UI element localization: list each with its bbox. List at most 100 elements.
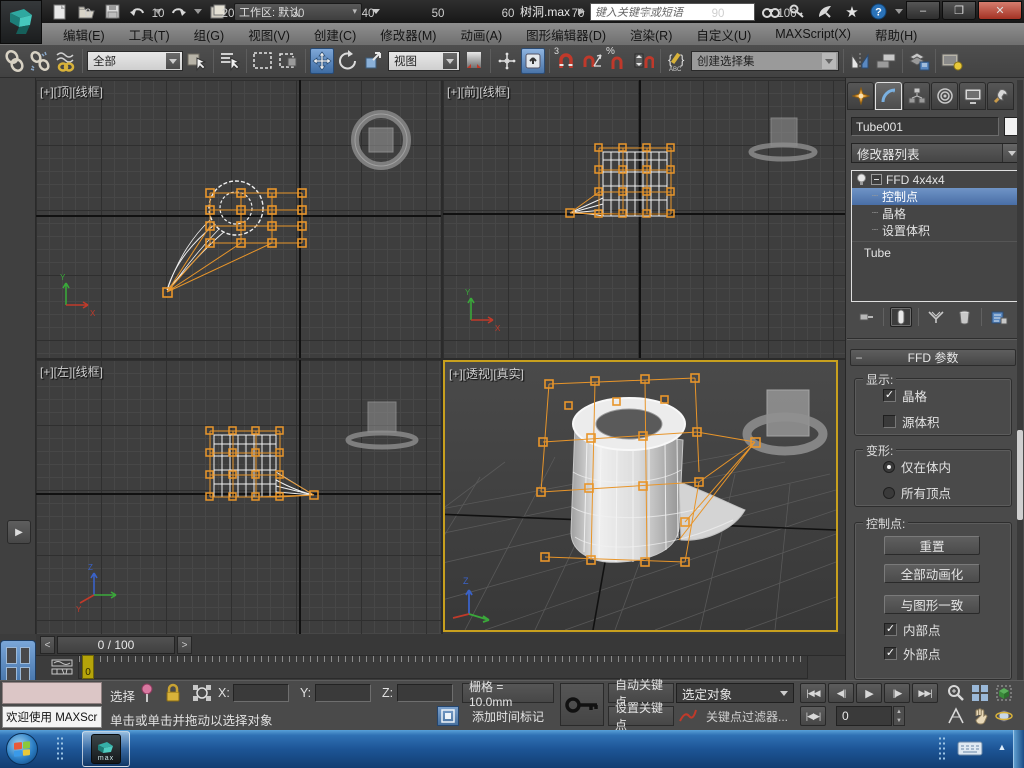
zoom-icon[interactable] [944,683,968,703]
show-end-result-icon[interactable] [890,307,912,327]
stack-row-lattice[interactable]: ┈ 晶格 [852,205,1020,222]
set-keys-button[interactable] [560,683,604,726]
keyboard-override-icon[interactable] [521,48,545,74]
show-hidden-icons-button[interactable]: ▲ [995,740,1009,754]
rectangular-selection-region-icon[interactable] [251,48,275,74]
pin-stack-icon[interactable] [855,307,877,327]
collapse-icon[interactable] [871,174,882,185]
next-frame-step-button[interactable]: ||▶ [884,683,910,703]
maximize-viewport-icon[interactable] [1000,694,1020,714]
z-coordinate-field[interactable] [397,684,453,702]
default-in-out-tangent-icon[interactable] [678,707,698,725]
menu-group[interactable]: 组(G) [183,23,236,46]
select-object-icon[interactable] [185,48,209,74]
add-time-tag[interactable]: 添加时间标记 [462,706,554,726]
viewport-perspective-label[interactable]: [+][透视][真实] [449,365,524,382]
maxscript-listener-line[interactable]: 欢迎使用 MAXScr [2,706,102,728]
window-crossing-icon[interactable] [277,48,301,74]
lattice-checkbox-row[interactable]: ✓ 晶格 [883,386,1011,405]
outside-points-checkbox[interactable]: ✓ [884,647,897,660]
stack-row-ffd[interactable]: FFD 4x4x4 [852,171,1020,188]
input-method-keyboard-icon[interactable] [955,738,985,758]
all-vertices-radio-row[interactable]: 所有顶点 [883,483,1011,502]
selection-filter-dropdown[interactable]: 全部 [87,51,183,71]
tab-create-icon[interactable] [847,82,874,110]
bulb-icon[interactable] [856,173,867,186]
maxscript-mini-listener[interactable] [2,682,102,704]
key-filters-button[interactable]: 关键点过滤器... [700,706,794,726]
viewport-left-label[interactable]: [+][左][线框] [40,363,103,380]
current-frame-field[interactable]: 0 [836,706,892,726]
play-button[interactable]: ▶ [856,683,882,703]
menu-maxscript[interactable]: MAXScript(X) [764,25,862,43]
stack-row-tube[interactable]: Tube [852,244,1020,261]
restore-button[interactable]: ❐ [942,1,976,20]
animate-all-button[interactable]: 全部动画化 [884,564,980,583]
redo-dropdown-caret[interactable] [194,9,202,14]
stack-row-control-points[interactable]: ┈ 控制点 [852,188,1020,205]
spinner-snap-icon[interactable] [632,48,656,74]
zoom-all-icon[interactable] [968,683,992,703]
minimize-button[interactable]: – [906,1,940,20]
viewport-front[interactable]: [+][前][线框] Y X [443,80,845,358]
reference-coordinate-dropdown[interactable]: 视图 [388,51,460,71]
expand-panel-button[interactable]: ▶ [7,520,31,544]
tab-motion-icon[interactable] [931,82,958,110]
time-slider-track[interactable]: < 0 / 100 > [36,634,845,656]
select-and-scale-icon[interactable] [362,48,386,74]
previous-frame-button[interactable]: ◀|| [828,683,854,703]
conform-to-shape-button[interactable]: 与图形一致 [884,595,980,614]
viewport-left[interactable]: [+][左][线框] Z Y [36,360,441,634]
only-in-volume-radio-row[interactable]: 仅在体内 [883,457,1011,476]
track-bar[interactable] [78,655,808,679]
favorites-star-icon[interactable]: ★ [841,2,863,21]
make-unique-icon[interactable] [925,307,947,327]
all-vertices-radio[interactable] [883,486,895,499]
menu-create[interactable]: 创建(C) [303,23,367,46]
viewport-perspective[interactable]: [+][透视][真实] Z [443,360,838,632]
remove-modifier-icon[interactable] [953,307,975,327]
select-and-rotate-icon[interactable] [336,48,360,74]
use-pivot-center-icon[interactable] [462,48,486,74]
tab-hierarchy-icon[interactable] [903,82,930,110]
inside-points-row[interactable]: ✓ 内部点 [884,620,941,639]
field-of-view-icon[interactable] [944,706,968,726]
menu-customize[interactable]: 自定义(U) [685,23,762,46]
app-menu-button[interactable] [0,0,42,44]
named-selection-sets-icon[interactable]: {} ABC [665,48,689,74]
configure-modifier-sets-icon[interactable] [988,307,1010,327]
isolate-toggle-icon[interactable] [437,706,459,726]
taskbar-3dsmax-button[interactable]: max [82,731,130,767]
time-slider-readout[interactable]: 0 / 100 [57,636,175,654]
tab-modify-icon[interactable] [875,82,902,110]
stack-row-set-volume[interactable]: ┈ 设置体积 [852,222,1020,239]
align-icon[interactable] [874,48,898,74]
angle-snap-icon[interactable] [580,48,604,74]
lattice-checkbox[interactable]: ✓ [883,389,896,402]
frame-spinner[interactable]: ▲ ▼ [893,706,905,726]
help-dropdown-caret[interactable] [894,9,903,14]
outside-points-row[interactable]: ✓ 外部点 [884,644,941,663]
current-frame-marker[interactable]: 0 [82,655,94,679]
menu-graph-editors[interactable]: 图形编辑器(D) [515,23,617,46]
inside-points-checkbox[interactable]: ✓ [884,623,897,636]
reset-button[interactable]: 重置 [884,536,980,555]
panel-scrollbar[interactable] [1017,80,1023,680]
pan-hand-icon[interactable] [968,706,992,726]
menu-help[interactable]: 帮助(H) [864,23,928,46]
select-and-manipulate-icon[interactable] [495,48,519,74]
panel-scrollbar-thumb[interactable] [1017,430,1023,520]
only-in-volume-radio[interactable] [883,460,895,473]
source-volume-checkbox-row[interactable]: 源体积 [883,412,1011,431]
communication-center-icon[interactable] [814,2,836,21]
menu-views[interactable]: 视图(V) [237,23,301,46]
menu-rendering[interactable]: 渲染(R) [619,23,683,46]
object-name-field[interactable]: Tube001 [851,117,999,136]
modifier-list-dropdown[interactable]: 修改器列表 [851,143,1021,163]
prev-frame-button[interactable]: < [40,636,55,654]
snap-toggle-3d-icon[interactable]: 3 [554,46,578,74]
menu-edit[interactable]: 编辑(E) [52,23,116,46]
viewport-top[interactable]: [+][顶][线框] Y X [36,80,441,358]
select-and-move-icon[interactable] [310,48,334,74]
help-icon[interactable]: ? [868,2,890,21]
